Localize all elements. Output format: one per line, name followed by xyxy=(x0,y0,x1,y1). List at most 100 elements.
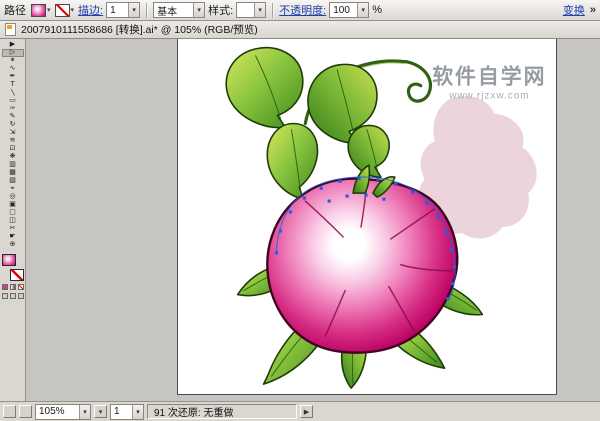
none-mode-button[interactable] xyxy=(18,284,24,290)
artboard[interactable]: 软件自学网 www.rjzxw.com xyxy=(177,39,557,395)
chevron-down-icon[interactable]: ▾ xyxy=(128,3,139,17)
pasteboard[interactable]: 软件自学网 www.rjzxw.com xyxy=(26,39,600,401)
status-message-field: 91 次还原: 无重做 xyxy=(147,404,297,419)
pen-tool[interactable]: ✒ xyxy=(2,73,24,81)
fill-swatch-control[interactable]: ▾ xyxy=(31,4,52,17)
anchor-point[interactable] xyxy=(346,195,349,198)
zoom-level-combo[interactable]: 105% ▾ xyxy=(35,404,91,420)
direct-selection-tool[interactable]: ▷ xyxy=(2,49,24,57)
rectangle-tool[interactable]: ▭ xyxy=(2,97,24,105)
chevron-down-icon[interactable]: ▾ xyxy=(46,6,52,14)
mesh-tool[interactable]: ▦ xyxy=(2,169,24,177)
gradient-mode-button[interactable] xyxy=(10,284,16,290)
toolbox-stroke-swatch[interactable] xyxy=(10,269,24,281)
anchor-point[interactable] xyxy=(394,183,397,186)
free-transform-tool[interactable]: ⊡ xyxy=(2,145,24,153)
anchor-point[interactable] xyxy=(425,201,428,204)
hand-tool[interactable]: ☛ xyxy=(2,233,24,241)
anchor-point[interactable] xyxy=(328,199,331,202)
page-nav-combo[interactable]: 1 ▾ xyxy=(110,404,144,420)
pencil-tool[interactable]: ✎ xyxy=(2,113,24,121)
screen-mode-full-button[interactable] xyxy=(18,293,24,299)
paintbrush-tool[interactable]: ✑ xyxy=(2,105,24,113)
gradient-tool[interactable]: ▧ xyxy=(2,177,24,185)
anchor-point[interactable] xyxy=(451,282,454,285)
chevron-down-icon[interactable]: ▾ xyxy=(70,6,76,14)
stroke-swatch-control[interactable]: ▾ xyxy=(55,4,76,17)
live-paint-selection-tool[interactable]: ▢ xyxy=(2,209,24,217)
statusbar-button-1[interactable] xyxy=(3,405,16,418)
fill-stroke-swatches xyxy=(2,254,24,281)
opacity-panel-link[interactable]: 不透明度: xyxy=(279,2,326,18)
eyedropper-tool[interactable]: ⌖ xyxy=(2,185,24,193)
selection-type-label: 路径 xyxy=(4,2,26,18)
chevron-down-icon[interactable]: ▾ xyxy=(193,3,204,17)
selection-tool[interactable]: ▶ xyxy=(2,41,24,49)
anchor-point[interactable] xyxy=(279,229,282,232)
anchor-point[interactable] xyxy=(320,187,323,190)
anchor-point[interactable] xyxy=(357,177,360,180)
lasso-tool[interactable]: ∿ xyxy=(2,65,24,73)
brush-definition-combo[interactable]: 基本 ▾ xyxy=(153,2,205,18)
graph-tool[interactable]: ▥ xyxy=(2,161,24,169)
anchor-point[interactable] xyxy=(453,265,456,268)
chevron-down-icon[interactable]: ▾ xyxy=(254,3,265,17)
toolbox: ▶▷✶∿✒T╲▭✑✎↻⇲≋⊡❋▥▦▧⌖◎▣▢◫✂☛⊕ xyxy=(0,39,26,401)
separator xyxy=(272,3,273,18)
control-bar-right: 变换 » xyxy=(563,2,596,18)
anchor-point[interactable] xyxy=(275,251,278,254)
chevron-down-icon[interactable]: ▾ xyxy=(132,405,143,419)
stroke-weight-combo[interactable]: 1 ▾ xyxy=(106,2,140,18)
symbol-sprayer-tool[interactable]: ❋ xyxy=(2,153,24,161)
anchor-point[interactable] xyxy=(444,231,447,234)
slice-tool[interactable]: ◫ xyxy=(2,217,24,225)
graphic-style-combo[interactable]: ▾ xyxy=(236,2,266,18)
scale-tool[interactable]: ⇲ xyxy=(2,129,24,137)
statusbar-dropdown-button[interactable]: ▾ xyxy=(94,405,107,418)
main-area: ▶▷✶∿✒T╲▭✑✎↻⇲≋⊡❋▥▦▧⌖◎▣▢◫✂☛⊕ xyxy=(0,39,600,401)
chevron-down-icon[interactable]: ▾ xyxy=(79,405,90,419)
transform-panel-link[interactable]: 变换 xyxy=(563,2,585,18)
statusbar-button-2[interactable] xyxy=(19,405,32,418)
stroke-color-swatch[interactable] xyxy=(55,4,70,17)
zoom-tool[interactable]: ⊕ xyxy=(2,241,24,249)
screen-mode-normal-button[interactable] xyxy=(2,293,8,299)
magic-wand-tool[interactable]: ✶ xyxy=(2,57,24,65)
fill-color-swatch[interactable] xyxy=(31,4,46,17)
anchor-point[interactable] xyxy=(411,191,414,194)
opacity-value: 100 xyxy=(330,5,357,16)
anchor-point[interactable] xyxy=(446,297,449,300)
paint-mode-buttons xyxy=(2,284,24,290)
blend-tool[interactable]: ◎ xyxy=(2,193,24,201)
scissors-tool[interactable]: ✂ xyxy=(2,225,24,233)
screen-mode-full-menu-button[interactable] xyxy=(10,293,16,299)
toolbox-fill-swatch[interactable] xyxy=(2,254,16,266)
document-icon xyxy=(5,23,16,36)
status-bar: 105% ▾ ▾ 1 ▾ 91 次还原: 无重做 ▶ xyxy=(0,401,600,421)
warp-tool[interactable]: ≋ xyxy=(2,137,24,145)
anchor-point[interactable] xyxy=(376,178,379,181)
control-bar: 路径 ▾ ▾ 描边: 1 ▾ 基本 ▾ 样式: ▾ 不透明度: 100 ▾ % xyxy=(0,0,600,21)
stroke-panel-link[interactable]: 描边: xyxy=(78,2,103,18)
watermark-url: www.rjzxw.com xyxy=(448,91,529,102)
brush-definition-value: 基本 xyxy=(154,3,193,18)
flower-petal-shape[interactable] xyxy=(267,179,457,353)
opacity-combo[interactable]: 100 ▾ xyxy=(329,2,369,18)
document-title-bar[interactable]: 2007910111558686 [转换].ai* @ 105% (RGB/预览… xyxy=(0,21,600,39)
anchor-point[interactable] xyxy=(364,194,367,197)
anchor-point[interactable] xyxy=(450,248,453,251)
line-segment-tool[interactable]: ╲ xyxy=(2,89,24,97)
anchor-point[interactable] xyxy=(289,210,292,213)
overflow-chevron-icon[interactable]: » xyxy=(590,4,596,16)
anchor-point[interactable] xyxy=(436,215,439,218)
color-mode-button[interactable] xyxy=(2,284,8,290)
type-tool[interactable]: T xyxy=(2,81,24,89)
live-paint-bucket-tool[interactable]: ▣ xyxy=(2,201,24,209)
chevron-down-icon[interactable]: ▾ xyxy=(357,3,368,17)
anchor-point[interactable] xyxy=(303,197,306,200)
anchor-point[interactable] xyxy=(339,180,342,183)
status-next-button[interactable]: ▶ xyxy=(300,405,313,418)
percent-label: % xyxy=(372,4,382,16)
anchor-point[interactable] xyxy=(382,198,385,201)
rotate-tool[interactable]: ↻ xyxy=(2,121,24,129)
